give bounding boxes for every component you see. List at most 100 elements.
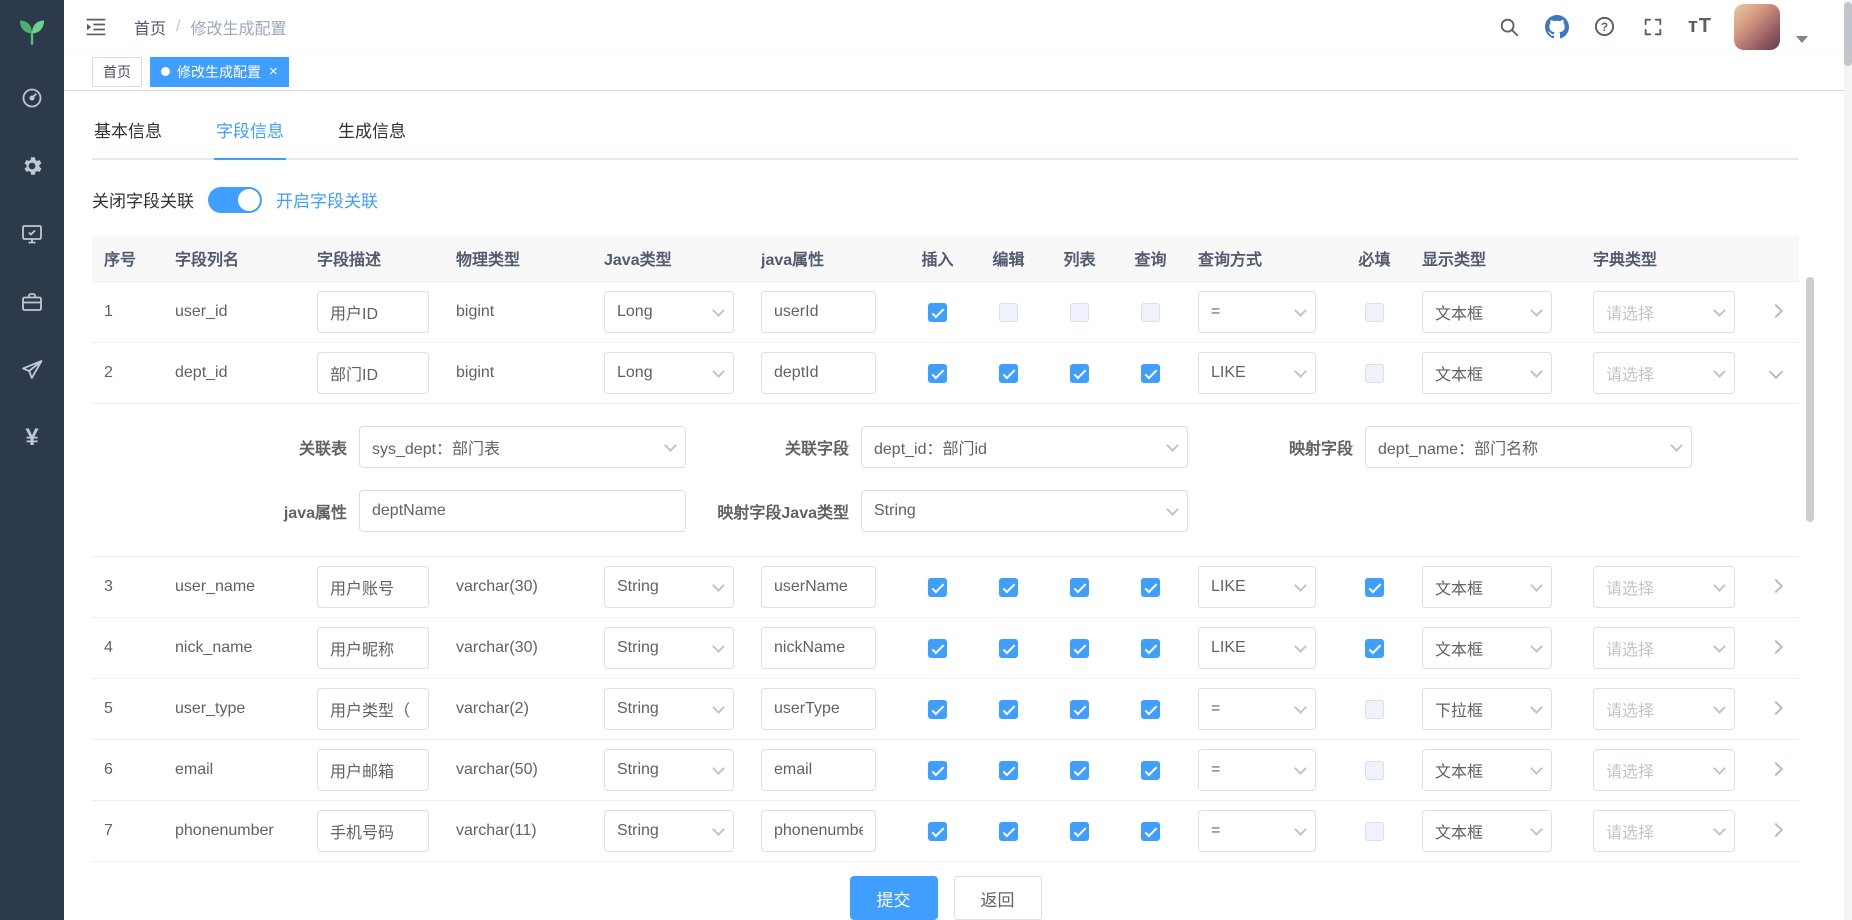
required-checkbox[interactable] [1365, 761, 1384, 780]
description-input[interactable] [317, 291, 429, 333]
edit-checkbox[interactable] [999, 700, 1018, 719]
display-type-select[interactable]: 文本框 [1422, 749, 1552, 791]
caret-down-icon[interactable] [1796, 36, 1808, 43]
list-checkbox[interactable] [1070, 364, 1089, 383]
insert-checkbox[interactable] [928, 303, 947, 322]
description-input[interactable] [317, 749, 429, 791]
help-icon[interactable]: ? [1592, 14, 1618, 40]
edit-checkbox[interactable] [999, 303, 1018, 322]
dict-type-select[interactable]: 请选择 [1593, 688, 1735, 730]
expand-row-icon[interactable] [1768, 640, 1782, 654]
query-method-select[interactable]: = [1198, 291, 1316, 333]
query-method-select[interactable]: = [1198, 749, 1316, 791]
edit-checkbox[interactable] [999, 761, 1018, 780]
tab-generate-info[interactable]: 生成信息 [336, 115, 408, 158]
edit-checkbox[interactable] [999, 639, 1018, 658]
java-type-select[interactable]: String [604, 810, 734, 852]
java-property-input[interactable] [761, 566, 876, 608]
close-tag-icon[interactable]: × [269, 64, 278, 79]
required-checkbox[interactable] [1365, 700, 1384, 719]
page-scrollbar-thumb[interactable] [1844, 2, 1852, 66]
breadcrumb-home[interactable]: 首页 [134, 15, 166, 39]
java-type-select[interactable]: Long [604, 291, 734, 333]
table-scrollbar-thumb[interactable] [1806, 277, 1814, 522]
query-checkbox[interactable] [1141, 303, 1160, 322]
sidebar-item-tool[interactable] [0, 268, 64, 336]
query-checkbox[interactable] [1141, 578, 1160, 597]
display-type-select[interactable]: 文本框 [1422, 352, 1552, 394]
dict-type-select[interactable]: 请选择 [1593, 627, 1735, 669]
expansion-select[interactable]: sys_dept：部门表 [359, 426, 686, 468]
github-icon[interactable] [1544, 14, 1570, 40]
page-scrollbar[interactable] [1844, 0, 1852, 920]
query-method-select[interactable]: LIKE [1198, 566, 1316, 608]
display-type-select[interactable]: 文本框 [1422, 291, 1552, 333]
sidebar-item-guide[interactable] [0, 336, 64, 404]
java-property-input[interactable] [761, 810, 876, 852]
query-method-select[interactable]: LIKE [1198, 352, 1316, 394]
expansion-select[interactable]: dept_name：部门名称 [1365, 426, 1692, 468]
java-property-input[interactable] [761, 291, 876, 333]
dict-type-select[interactable]: 请选择 [1593, 352, 1735, 394]
required-checkbox[interactable] [1365, 364, 1384, 383]
display-type-select[interactable]: 文本框 [1422, 627, 1552, 669]
java-property-input[interactable] [761, 749, 876, 791]
dict-type-select[interactable]: 请选择 [1593, 810, 1735, 852]
description-input[interactable] [317, 627, 429, 669]
required-checkbox[interactable] [1365, 822, 1384, 841]
display-type-select[interactable]: 下拉框 [1422, 688, 1552, 730]
sidebar-item-system[interactable] [0, 132, 64, 200]
list-checkbox[interactable] [1070, 761, 1089, 780]
java-property-input[interactable] [761, 627, 876, 669]
expand-row-icon[interactable] [1768, 304, 1782, 318]
display-type-select[interactable]: 文本框 [1422, 810, 1552, 852]
query-checkbox[interactable] [1141, 761, 1160, 780]
fullscreen-icon[interactable] [1640, 14, 1666, 40]
edit-checkbox[interactable] [999, 822, 1018, 841]
sidebar-item-pay[interactable]: ¥ [0, 404, 64, 472]
list-checkbox[interactable] [1070, 700, 1089, 719]
description-input[interactable] [317, 566, 429, 608]
insert-checkbox[interactable] [928, 700, 947, 719]
user-avatar[interactable] [1734, 4, 1780, 50]
app-logo[interactable] [0, 0, 64, 64]
insert-checkbox[interactable] [928, 822, 947, 841]
submit-button[interactable]: 提交 [850, 876, 938, 920]
description-input[interactable] [317, 688, 429, 730]
back-button[interactable]: 返回 [954, 876, 1042, 920]
query-checkbox[interactable] [1141, 364, 1160, 383]
insert-checkbox[interactable] [928, 578, 947, 597]
insert-checkbox[interactable] [928, 761, 947, 780]
insert-checkbox[interactable] [928, 639, 947, 658]
query-checkbox[interactable] [1141, 822, 1160, 841]
expansion-java-property-input[interactable] [359, 490, 686, 532]
tab-field-info[interactable]: 字段信息 [214, 115, 286, 158]
query-checkbox[interactable] [1141, 700, 1160, 719]
java-property-input[interactable] [761, 352, 876, 394]
edit-checkbox[interactable] [999, 364, 1018, 383]
expansion-select[interactable]: String [861, 490, 1188, 532]
hamburger-fold-icon[interactable] [84, 15, 108, 39]
list-checkbox[interactable] [1070, 822, 1089, 841]
dict-type-select[interactable]: 请选择 [1593, 566, 1735, 608]
description-input[interactable] [317, 810, 429, 852]
sidebar-item-dashboard[interactable] [0, 64, 64, 132]
tag-active[interactable]: 修改生成配置 × [150, 57, 289, 87]
dict-type-select[interactable]: 请选择 [1593, 749, 1735, 791]
expand-row-icon[interactable] [1768, 701, 1782, 715]
list-checkbox[interactable] [1070, 578, 1089, 597]
query-method-select[interactable]: = [1198, 810, 1316, 852]
java-type-select[interactable]: String [604, 749, 734, 791]
table-scrollbar[interactable] [1806, 277, 1814, 847]
tag-home[interactable]: 首页 [92, 57, 142, 87]
required-checkbox[interactable] [1365, 639, 1384, 658]
query-method-select[interactable]: LIKE [1198, 627, 1316, 669]
field-relation-link[interactable]: 开启字段关联 [276, 187, 378, 212]
java-type-select[interactable]: String [604, 566, 734, 608]
required-checkbox[interactable] [1365, 578, 1384, 597]
sidebar-item-monitor[interactable] [0, 200, 64, 268]
edit-checkbox[interactable] [999, 578, 1018, 597]
query-method-select[interactable]: = [1198, 688, 1316, 730]
insert-checkbox[interactable] [928, 364, 947, 383]
java-property-input[interactable] [761, 688, 876, 730]
